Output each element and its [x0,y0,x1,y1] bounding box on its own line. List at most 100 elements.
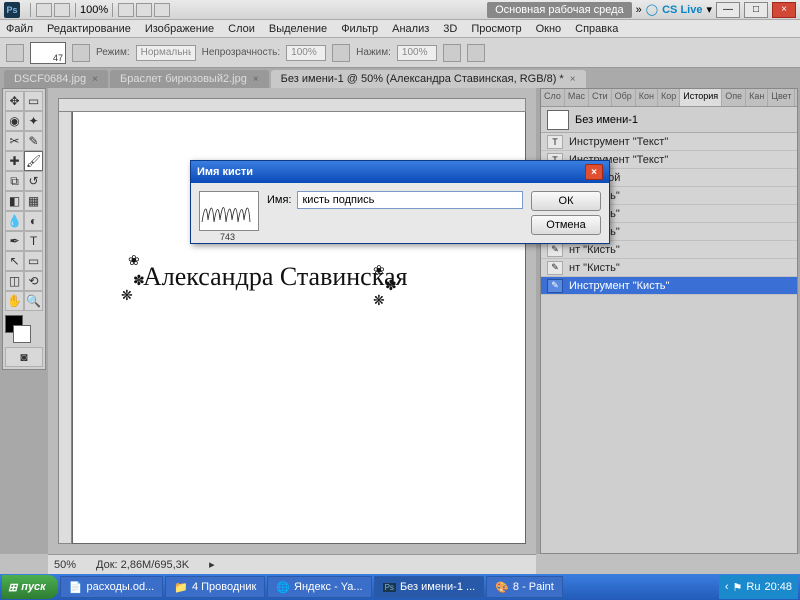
shape-tool[interactable]: ▭ [24,251,43,271]
history-step[interactable]: ✎нт "Кисть" [541,259,797,277]
close-icon[interactable]: × [253,74,259,85]
zoom-display[interactable]: 100% [80,4,108,16]
menu-select[interactable]: Выделение [269,23,327,35]
menu-help[interactable]: Справка [575,23,618,35]
screen-mode-icon[interactable] [154,3,170,17]
crop-tool[interactable]: ✂ [5,131,24,151]
airbrush-icon[interactable] [443,44,461,62]
opacity-input[interactable] [286,45,326,61]
background-color[interactable] [13,325,31,343]
tools-panel: ✥▭ ◉✦ ✂✎ ✚🖌 ⧉↺ ◧▦ 💧◐ ✒T ↖▭ ◫⟲ ✋🔍 ◙ [2,88,46,370]
panel-tab[interactable]: Кон [636,89,658,106]
history-brush-tool[interactable]: ↺ [24,171,43,191]
taskbar-item[interactable]: 📄расходы.od... [60,576,163,598]
blend-mode-select[interactable] [136,45,196,61]
ok-button[interactable]: ОК [531,191,601,211]
3d-tool[interactable]: ◫ [5,271,24,291]
blur-tool[interactable]: 💧 [5,211,24,231]
panel-tab[interactable]: Кан [746,89,768,106]
history-step[interactable]: ✎Инструмент "Кисть" [541,277,797,295]
3d-camera-tool[interactable]: ⟲ [24,271,43,291]
panel-tab[interactable]: Сло [541,89,565,106]
close-button[interactable]: × [772,2,796,18]
zoom-tool[interactable]: 🔍 [24,291,43,311]
stamp-tool[interactable]: ⧉ [5,171,24,191]
document-tab[interactable]: Без имени-1 @ 50% (Александра Ставинская… [271,70,586,88]
menu-window[interactable]: Окно [536,23,562,35]
path-tool[interactable]: ↖ [5,251,24,271]
wand-tool[interactable]: ✦ [24,111,43,131]
panel-tab[interactable]: Цвет [768,89,795,106]
marquee-tool[interactable]: ▭ [24,91,43,111]
panel-tab[interactable]: Опе [722,89,746,106]
menu-analysis[interactable]: Анализ [392,23,429,35]
signature-text: Александра Ставинская [143,262,407,292]
tray-icon[interactable]: ⚑ [733,581,743,594]
eyedropper-tool[interactable]: ✎ [24,131,43,151]
tablet-pressure-icon[interactable] [467,44,485,62]
heal-tool[interactable]: ✚ [5,151,24,171]
dodge-tool[interactable]: ◐ [24,211,43,231]
arrange-icon[interactable] [136,3,152,17]
document-tab[interactable]: Браслет бирюзовый2.jpg× [110,70,269,88]
dialog-close-button[interactable]: × [585,164,603,180]
panel-tab[interactable]: Обр [612,89,636,106]
menu-view[interactable]: Просмотр [471,23,521,35]
flow-label: Нажим: [356,47,391,58]
menu-filter[interactable]: Фильтр [341,23,378,35]
menu-edit[interactable]: Редактирование [47,23,131,35]
color-swatches[interactable] [5,315,43,343]
close-icon[interactable]: × [570,74,576,85]
bridge-icon[interactable] [36,3,52,17]
zoom-field[interactable]: 50% [54,559,76,571]
history-snapshot-row[interactable]: Без имени-1 [541,107,797,133]
cancel-button[interactable]: Отмена [531,215,601,235]
dialog-titlebar[interactable]: Имя кисти × [191,161,609,183]
clock[interactable]: 20:48 [764,581,792,593]
hand-icon[interactable] [118,3,134,17]
pen-tool[interactable]: ✒ [5,231,24,251]
workspace-switcher[interactable]: Основная рабочая среда [487,2,632,18]
menu-layer[interactable]: Слои [228,23,255,35]
quickmask-toggle[interactable]: ◙ [5,347,43,367]
taskbar-item[interactable]: 🌐Яндекс - Ya... [267,576,371,598]
panel-tab-history[interactable]: История [680,89,722,106]
ruler-vertical[interactable] [58,112,72,544]
menu-3d[interactable]: 3D [443,23,457,35]
minimize-button[interactable]: — [716,2,740,18]
history-step[interactable]: TИнструмент "Текст" [541,133,797,151]
taskbar-item[interactable]: 📁4 Проводник [165,576,265,598]
system-tray[interactable]: ‹ ⚑ Ru 20:48 [719,575,798,599]
minibridge-icon[interactable] [54,3,70,17]
menu-image[interactable]: Изображение [145,23,214,35]
panel-tab[interactable]: Сти [589,89,612,106]
document-tab[interactable]: DSCF0684.jpg× [4,70,108,88]
close-icon[interactable]: × [92,74,98,85]
opacity-pressure-icon[interactable] [332,44,350,62]
gradient-tool[interactable]: ▦ [24,191,43,211]
ruler-horizontal[interactable] [58,98,526,112]
panel-tab[interactable]: Мас [565,89,589,106]
lasso-tool[interactable]: ◉ [5,111,24,131]
start-button[interactable]: ⊞ пуск [2,575,58,599]
flow-input[interactable] [397,45,437,61]
tray-icon[interactable]: ‹ [725,581,729,593]
brush-panel-icon[interactable] [72,44,90,62]
tool-preset-icon[interactable] [6,44,24,62]
maximize-button[interactable]: □ [744,2,768,18]
move-tool[interactable]: ✥ [5,91,24,111]
brush-preset-picker[interactable] [30,42,66,64]
eraser-tool[interactable]: ◧ [5,191,24,211]
taskbar-item[interactable]: 🎨8 - Paint [486,576,563,598]
brush-tool[interactable]: 🖌 [24,151,43,171]
type-tool[interactable]: T [24,231,43,251]
doc-size[interactable]: Док: 2,86M/695,3K [96,559,189,571]
cslive-button[interactable]: CS Live [662,4,702,16]
hand-tool[interactable]: ✋ [5,291,24,311]
menu-file[interactable]: Файл [6,23,33,35]
brush-name-input[interactable] [297,191,523,209]
language-indicator[interactable]: Ru [746,581,760,593]
taskbar-item[interactable]: PsБез имени-1 ... [374,576,485,598]
brush-name-dialog: Имя кисти × Имя: ОК Отмена [190,160,610,244]
panel-tab[interactable]: Кор [658,89,680,106]
